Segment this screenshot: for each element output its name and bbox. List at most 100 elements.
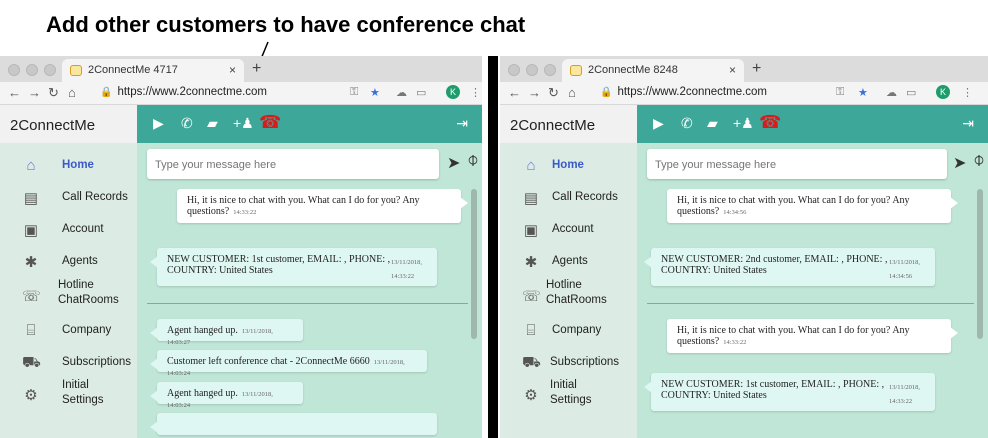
sidebar-item-call-records[interactable]: ▤ Call Records — [0, 182, 137, 212]
add-user-icon[interactable]: +♟ — [233, 115, 254, 132]
message-text: NEW CUSTOMER: 1st customer, EMAIL: , PHO… — [661, 379, 885, 390]
key-icon[interactable]: ⚿ — [350, 86, 358, 99]
sidebar-item-label: Account — [62, 223, 104, 235]
reload-icon[interactable]: ↻ — [48, 85, 59, 101]
new-customer-message: NEW CUSTOMER: 1st customer, EMAIL: , PHO… — [150, 248, 437, 286]
minimize-window-dot[interactable] — [526, 64, 538, 76]
tab-close-icon[interactable]: × — [729, 63, 736, 77]
reload-icon[interactable]: ↻ — [548, 85, 559, 101]
sidebar-item-label-line2: ChatRooms — [58, 294, 119, 306]
cart-icon: ⛟ — [22, 354, 41, 371]
url-field[interactable]: 🔒 https://www.2connectme.com — [600, 86, 767, 98]
message-input-box — [647, 149, 947, 179]
maximize-window-dot[interactable] — [544, 64, 556, 76]
scrollbar[interactable] — [471, 189, 477, 339]
cast-icon[interactable]: ▭ — [416, 86, 426, 99]
new-tab-button[interactable]: + — [752, 60, 761, 78]
attach-icon[interactable]: ⌽ — [973, 149, 985, 172]
attach-icon[interactable]: ⌽ — [467, 149, 479, 172]
message-time: 14:34:56 — [723, 209, 747, 216]
back-icon[interactable]: ← — [8, 85, 21, 100]
sidebar-item-subscriptions[interactable]: ⛟ Subscriptions — [0, 347, 137, 377]
message-text: Hi, it is nice to chat with you. What ca… — [187, 195, 420, 217]
chat-message: Hi, it is nice to chat with you. What ca… — [177, 189, 468, 223]
sidebar-item-initial-settings[interactable]: ⚙ Initial Settings — [500, 375, 637, 411]
sidebar-item-account[interactable]: ▣ Account — [500, 214, 637, 244]
send-icon[interactable]: ➤ — [953, 153, 966, 173]
message-timestamp: 13/11/2018, 14:34:56 — [889, 256, 925, 284]
forward-icon[interactable]: → — [28, 85, 41, 100]
close-window-dot[interactable] — [508, 64, 520, 76]
sidebar-item-account[interactable]: ▣ Account — [0, 214, 137, 244]
browser-tab[interactable]: 2ConnectMe 4717 × — [62, 59, 244, 82]
message-input[interactable] — [653, 158, 927, 172]
browser-window-right: 2ConnectMe 8248 × + ← → ↻ ⌂ 🔒 https://www… — [500, 56, 988, 438]
sidebar-item-label: Hotline — [546, 279, 582, 291]
menu-dots-icon[interactable]: ⋮ — [470, 86, 481, 99]
sidebar-item-hotline-chatrooms[interactable]: ☏ Hotline ChatRooms — [0, 276, 137, 312]
new-tab-button[interactable]: + — [252, 60, 261, 78]
profile-avatar[interactable]: K — [446, 85, 460, 99]
phone-icon[interactable]: ✆ — [181, 115, 193, 132]
add-user-icon[interactable]: +♟ — [733, 115, 754, 132]
sidebar-item-hotline-chatrooms[interactable]: ☏ Hotline ChatRooms — [500, 276, 637, 312]
back-icon[interactable]: ← — [508, 85, 521, 100]
minimize-window-dot[interactable] — [26, 64, 38, 76]
key-icon[interactable]: ⚿ — [836, 86, 844, 99]
url-text: https://www.2connectme.com — [117, 86, 268, 98]
app-brand: 2ConnectMe — [0, 105, 137, 143]
sidebar-item-label-line2: Settings — [550, 394, 592, 406]
sidebar-item-call-records[interactable]: ▤ Call Records — [500, 182, 637, 212]
sidebar-item-agents[interactable]: ✱ Agents — [0, 246, 137, 276]
bookmark-star-icon[interactable]: ★ — [370, 86, 380, 99]
divider-line — [147, 303, 468, 304]
video-call-icon[interactable]: ▶ — [653, 115, 664, 132]
message-text-line2: COUNTRY: United States — [167, 265, 273, 276]
home-browser-icon[interactable]: ⌂ — [68, 85, 76, 100]
send-icon[interactable]: ➤ — [447, 153, 460, 173]
logout-icon[interactable]: ⇥ — [962, 115, 974, 132]
lock-icon: 🔒 — [600, 87, 613, 98]
forward-icon[interactable]: → — [528, 85, 541, 100]
window-controls — [508, 64, 556, 76]
sidebar-item-agents[interactable]: ✱ Agents — [500, 246, 637, 276]
sidebar-item-company[interactable]: ⌸ Company — [500, 315, 637, 345]
tab-close-icon[interactable]: × — [229, 63, 236, 77]
sidebar-item-subscriptions[interactable]: ⛟ Subscriptions — [500, 347, 637, 377]
bookmark-star-icon[interactable]: ★ — [858, 86, 868, 99]
sidebar-item-label: Home — [62, 159, 94, 171]
screen-share-icon[interactable]: ▰ — [707, 115, 718, 132]
sidebar-item-company[interactable]: ⌸ Company — [0, 315, 137, 345]
sidebar-item-initial-settings[interactable]: ⚙ Initial Settings — [0, 375, 137, 411]
sidebar-item-home[interactable]: ⌂ Home — [500, 150, 637, 180]
extension-icon[interactable]: ☁ — [396, 86, 407, 99]
message-time: 14:33:22 — [723, 339, 747, 346]
cast-icon[interactable]: ▭ — [906, 86, 916, 99]
extension-icon[interactable]: ☁ — [886, 86, 897, 99]
phone-icon[interactable]: ✆ — [681, 115, 693, 132]
profile-avatar[interactable]: K — [936, 85, 950, 99]
home-browser-icon[interactable]: ⌂ — [568, 85, 576, 100]
browser-tab[interactable]: 2ConnectMe 8248 × — [562, 59, 744, 82]
maximize-window-dot[interactable] — [44, 64, 56, 76]
hang-up-icon[interactable]: ☎ — [759, 112, 781, 133]
close-window-dot[interactable] — [8, 64, 20, 76]
home-icon: ⌂ — [526, 157, 536, 174]
screen-share-icon[interactable]: ▰ — [207, 115, 218, 132]
message-input[interactable] — [153, 158, 427, 172]
sidebar-item-home[interactable]: ⌂ Home — [0, 150, 137, 180]
call-records-icon: ▤ — [23, 190, 39, 207]
logout-icon[interactable]: ⇥ — [456, 115, 468, 132]
tab-title: 2ConnectMe 4717 — [88, 64, 178, 76]
chat-panel: ➤ ⌽ Hi, it is nice to chat with you. Wha… — [637, 143, 988, 438]
url-text: https://www.2connectme.com — [617, 86, 768, 98]
scrollbar[interactable] — [977, 189, 983, 339]
menu-dots-icon[interactable]: ⋮ — [962, 86, 973, 99]
sidebar-item-label: Subscriptions — [550, 356, 620, 368]
hang-up-icon[interactable]: ☎ — [259, 112, 281, 133]
sidebar-item-label: Account — [552, 223, 594, 235]
video-call-icon[interactable]: ▶ — [153, 115, 164, 132]
message-text: Hi, it is nice to chat with you. What ca… — [677, 325, 910, 347]
tab-title: 2ConnectMe 8248 — [588, 64, 678, 76]
url-field[interactable]: 🔒 https://www.2connectme.com — [100, 86, 267, 98]
